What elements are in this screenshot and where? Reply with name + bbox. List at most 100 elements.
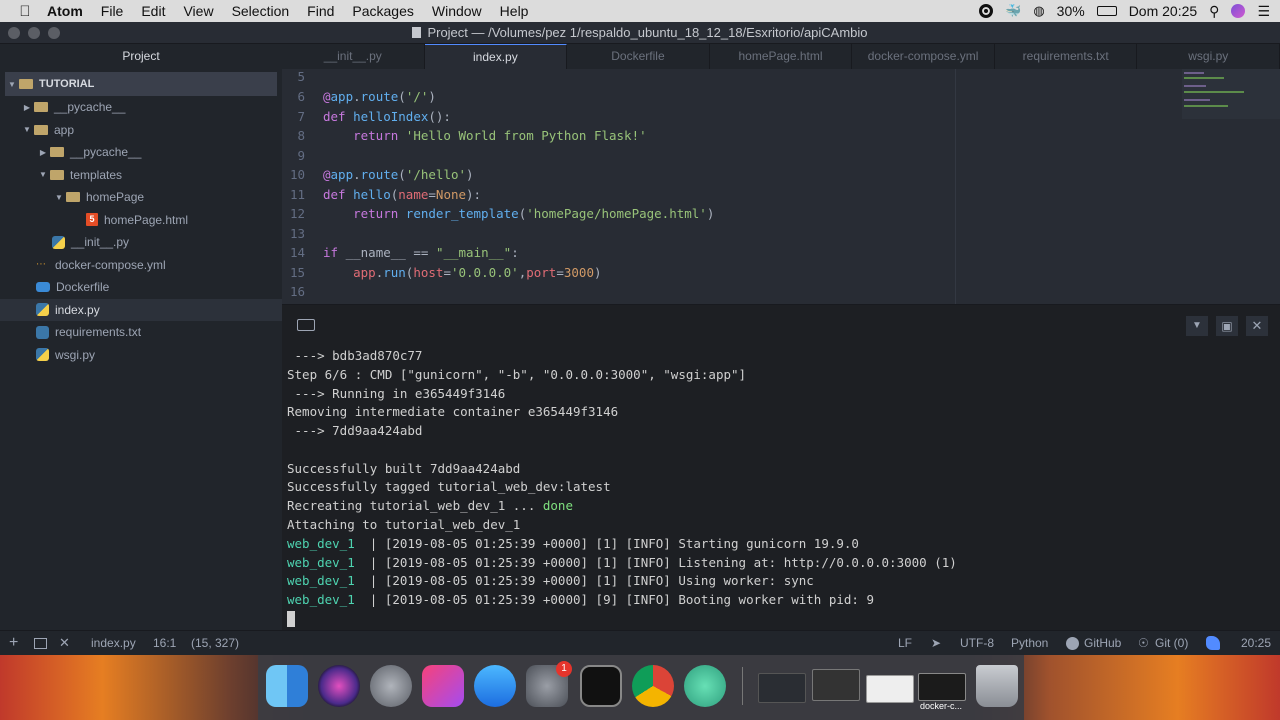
keyboard-icon[interactable] <box>297 319 315 331</box>
zoom-window-button[interactable] <box>48 27 60 39</box>
chrome-icon[interactable] <box>632 665 674 707</box>
chevron-down-icon[interactable]: ▼ <box>5 80 19 89</box>
close-terminal-icon[interactable]: ✕ <box>59 635 70 651</box>
wifi-icon[interactable]: ◍ <box>1033 3 1044 19</box>
menu-find[interactable]: Find <box>298 3 343 19</box>
chevron-down-icon[interactable]: ▼ <box>36 170 50 179</box>
chevron-down-icon[interactable]: ▼ <box>20 125 34 134</box>
tree-item-templates[interactable]: ▼ templates <box>0 164 282 187</box>
tree-item-index-py[interactable]: index.py <box>0 298 282 321</box>
code-line: 9 <box>282 146 1182 166</box>
menu-edit[interactable]: Edit <box>132 3 174 19</box>
minimized-window-thumbnail[interactable] <box>812 669 860 701</box>
minimized-terminal-thumbnail[interactable] <box>918 673 966 701</box>
chevron-down-icon[interactable]: ▼ <box>52 193 66 202</box>
encoding[interactable]: UTF-8 <box>960 636 994 650</box>
finder-icon[interactable] <box>266 665 308 707</box>
tree-item-app-pycache[interactable]: ▶ __pycache__ <box>0 141 282 164</box>
menu-selection[interactable]: Selection <box>223 3 299 19</box>
github-icon[interactable] <box>1066 637 1079 650</box>
notification-center-icon[interactable]: ☰ <box>1257 3 1270 20</box>
menu-view[interactable]: View <box>174 3 222 19</box>
tab-dockerfile[interactable]: Dockerfile <box>567 44 710 69</box>
terminal-app-icon[interactable] <box>580 665 622 707</box>
tree-item-docker-compose[interactable]: ⋯ docker-compose.yml <box>0 254 282 277</box>
window-titlebar: Project — /Volumes/pez 1/respaldo_ubuntu… <box>0 22 1280 44</box>
maximize-icon[interactable]: ▣ <box>1216 316 1238 336</box>
terminal-icon[interactable] <box>34 638 47 649</box>
github-label[interactable]: GitHub <box>1084 636 1121 650</box>
tab-init-py[interactable]: __init__.py <box>282 44 425 69</box>
tab-homepage-html[interactable]: homePage.html <box>710 44 853 69</box>
tab-index-py[interactable]: index.py <box>424 44 568 69</box>
minimized-window-thumbnail[interactable] <box>758 673 806 703</box>
record-icon[interactable] <box>979 4 994 18</box>
minimize-window-button[interactable] <box>28 27 40 39</box>
grammar[interactable]: Python <box>1011 636 1048 650</box>
project-panel-header[interactable]: Project <box>0 44 282 68</box>
launchpad-icon[interactable] <box>370 665 412 707</box>
tree-item-requirements[interactable]: requirements.txt <box>0 321 282 344</box>
menu-help[interactable]: Help <box>491 3 538 19</box>
tree-item-init-py[interactable]: __init__.py <box>0 231 282 254</box>
tree-item-label: __pycache__ <box>54 100 126 115</box>
menu-packages[interactable]: Packages <box>343 3 422 19</box>
dock-wallpaper: 1 docker-c... <box>0 655 1280 720</box>
terminal-log-line: web_dev_1 | [2019-08-05 01:25:39 +0000] … <box>287 553 957 572</box>
tree-item-homepage-html[interactable]: 5 homePage.html <box>0 209 282 232</box>
menu-window[interactable]: Window <box>423 3 491 19</box>
tree-item-label: __pycache__ <box>70 145 142 160</box>
tab-wsgi-py[interactable]: wsgi.py <box>1137 44 1280 69</box>
apple-icon[interactable]:  <box>12 3 38 20</box>
itunes-icon[interactable] <box>422 665 464 707</box>
terminal-line: Recreating tutorial_web_dev_1 ... done <box>287 496 573 515</box>
siri-icon[interactable] <box>1231 4 1246 18</box>
minimap[interactable] <box>1182 69 1280 119</box>
close-window-button[interactable] <box>8 27 20 39</box>
tree-root-tutorial[interactable]: ▼ TUTORIAL <box>5 72 277 96</box>
code-editor[interactable]: 5 6 @app.route('/') 7 def helloIndex(): 8 … <box>282 69 1280 304</box>
git-status[interactable]: Git (0) <box>1155 636 1188 650</box>
tree-item-label: docker-compose.yml <box>55 257 166 272</box>
atom-app-icon[interactable] <box>684 665 726 707</box>
trash-icon[interactable] <box>976 665 1018 707</box>
editor-tabs: __init__.py index.py Dockerfile homePage… <box>282 44 1280 69</box>
terminal-panel[interactable]: ▼ ▣ ✕ ---> bdb3ad870c77 Step 6/6 : CMD [… <box>282 304 1280 630</box>
add-terminal-icon[interactable]: + <box>9 634 18 652</box>
tree-item-pycache[interactable]: ▶ __pycache__ <box>0 96 282 119</box>
docker-menu-icon[interactable]: 🐳 <box>1005 3 1021 19</box>
chevron-right-icon[interactable]: ▶ <box>36 148 50 157</box>
cursor-position[interactable]: 16:1 <box>153 636 176 650</box>
chevron-down-icon[interactable]: ▼ <box>1186 316 1208 336</box>
tree-item-app[interactable]: ▼ app <box>0 119 282 142</box>
close-icon[interactable]: ✕ <box>1246 316 1268 336</box>
line-ending[interactable]: LF <box>898 636 912 650</box>
tree-item-wsgi-py[interactable]: wsgi.py <box>0 344 282 367</box>
squirrel-icon[interactable] <box>1206 636 1220 650</box>
status-time: 20:25 <box>1241 636 1272 650</box>
terminal-cursor <box>287 611 295 627</box>
spotlight-icon[interactable]: ⚲ <box>1209 3 1219 20</box>
rocket-icon[interactable]: ➤ <box>931 636 941 650</box>
menu-app[interactable]: Atom <box>38 3 92 19</box>
git-branch-icon[interactable]: ☉ <box>1138 636 1149 650</box>
terminal-log-line: web_dev_1 | [2019-08-05 01:25:39 +0000] … <box>287 534 859 553</box>
tree-item-homepage-folder[interactable]: ▼ homePage <box>0 186 282 209</box>
status-file-name[interactable]: index.py <box>91 636 136 650</box>
tree-item-label: homePage <box>86 190 145 205</box>
clock[interactable]: Dom 20:25 <box>1129 3 1197 19</box>
text-file-icon <box>36 325 49 339</box>
battery-icon[interactable] <box>1096 6 1117 16</box>
folder-icon <box>34 102 48 113</box>
minimized-window-thumbnail[interactable] <box>866 675 914 703</box>
tab-requirements[interactable]: requirements.txt <box>995 44 1138 69</box>
app-store-icon[interactable] <box>474 665 516 707</box>
tab-docker-compose[interactable]: docker-compose.yml <box>852 44 995 69</box>
siri-icon[interactable] <box>318 665 360 707</box>
menu-file[interactable]: File <box>92 3 133 19</box>
tree-view: Project ▼ TUTORIAL ▶ __pycache__ ▼ app ▶… <box>0 44 282 630</box>
log-prefix: web_dev_1 <box>287 536 355 551</box>
tree-item-dockerfile[interactable]: Dockerfile <box>0 276 282 299</box>
done-status: done <box>542 498 573 513</box>
chevron-right-icon[interactable]: ▶ <box>20 103 34 112</box>
